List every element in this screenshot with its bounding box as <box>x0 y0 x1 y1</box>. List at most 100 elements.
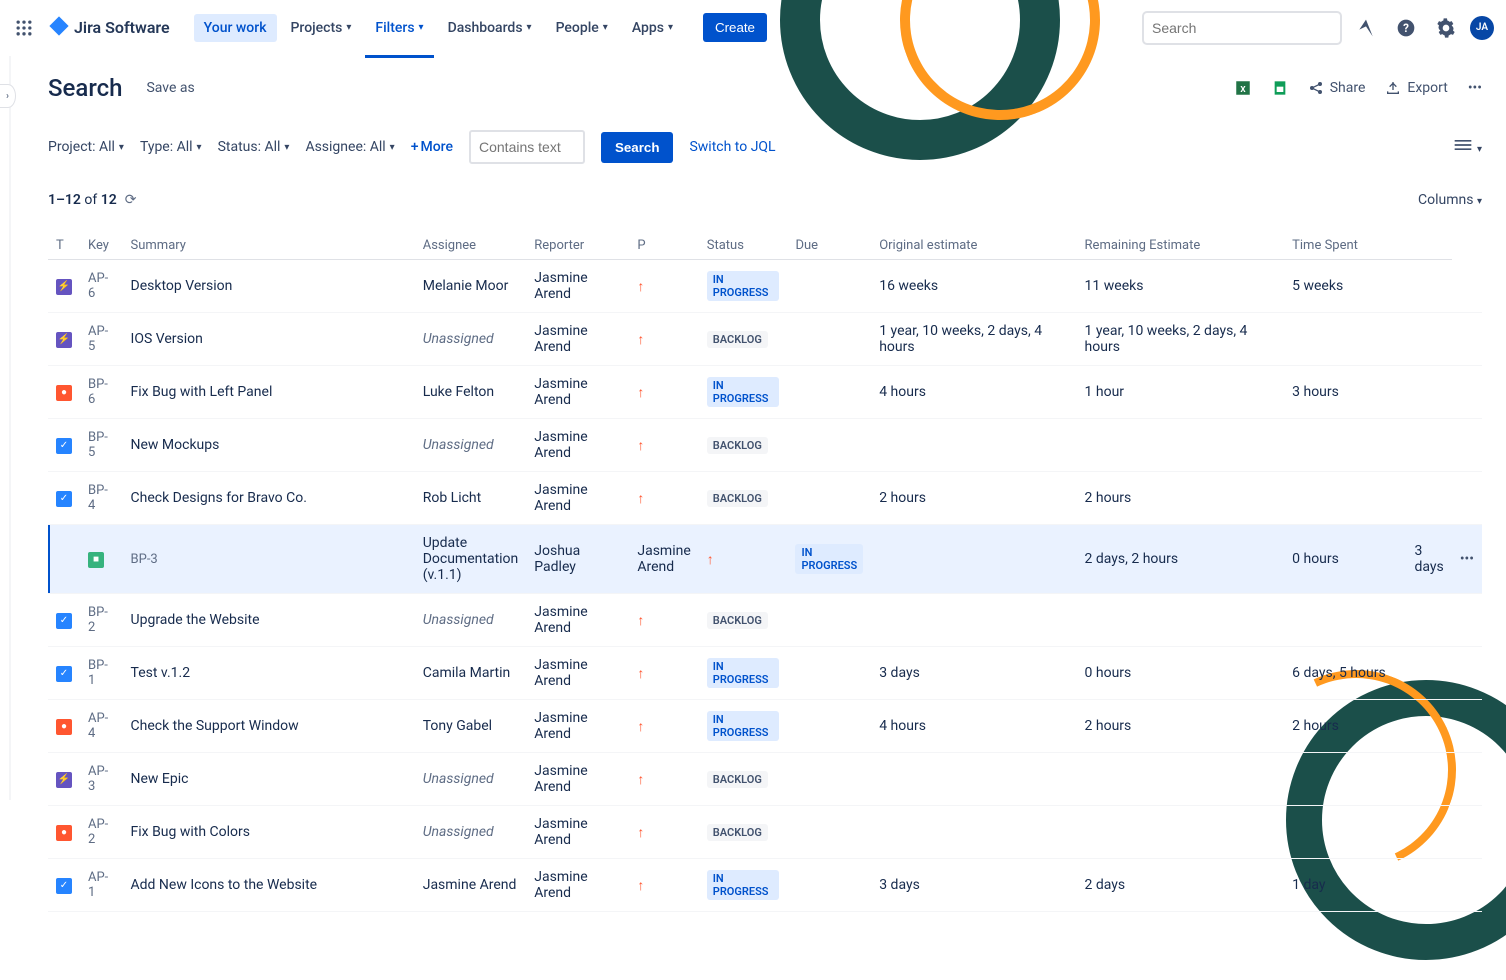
sidebar-expand-button[interactable]: › <box>0 84 16 108</box>
app-switcher-icon[interactable] <box>12 16 36 40</box>
issue-key[interactable]: AP-4 <box>80 700 123 753</box>
status-badge[interactable]: IN PROGRESS <box>707 870 780 900</box>
issue-reporter[interactable]: Jasmine Arend <box>526 472 629 525</box>
issue-summary[interactable]: Upgrade the Website <box>123 594 415 647</box>
issue-reporter[interactable]: Jasmine Arend <box>526 260 629 313</box>
issue-key[interactable]: BP-5 <box>80 419 123 472</box>
table-row[interactable]: ⚡ AP-3 New Epic Unassigned Jasmine Arend… <box>48 753 1482 806</box>
share-button[interactable]: Share <box>1308 80 1366 96</box>
issue-assignee[interactable]: Joshua Padley <box>526 525 629 594</box>
row-actions-icon[interactable] <box>1407 594 1452 647</box>
status-badge[interactable]: IN PROGRESS <box>795 544 863 574</box>
export-button[interactable]: Export <box>1385 80 1447 96</box>
issue-assignee[interactable]: Unassigned <box>415 594 527 647</box>
table-row[interactable]: ● AP-4 Check the Support Window Tony Gab… <box>48 700 1482 753</box>
row-actions-icon[interactable] <box>1407 647 1452 700</box>
col-summary[interactable]: Summary <box>123 232 415 260</box>
issue-reporter[interactable]: Jasmine Arend <box>526 806 629 859</box>
issue-assignee[interactable]: Unassigned <box>415 753 527 806</box>
issue-summary[interactable]: Test v.1.2 <box>123 647 415 700</box>
table-row[interactable]: ● BP-6 Fix Bug with Left Panel Luke Felt… <box>48 366 1482 419</box>
issue-key[interactable]: AP-3 <box>80 753 123 806</box>
filter-type[interactable]: Type: All ▾ <box>140 139 202 155</box>
columns-toggle[interactable]: Columns ▾ <box>1418 192 1482 208</box>
issue-key[interactable]: AP-5 <box>80 313 123 366</box>
issue-key[interactable]: BP-1 <box>80 647 123 700</box>
help-icon[interactable]: ? <box>1390 12 1422 44</box>
export-sheets-icon[interactable] <box>1272 79 1288 97</box>
export-excel-icon[interactable]: X <box>1234 79 1252 97</box>
col-key[interactable]: Key <box>80 232 123 260</box>
issue-assignee[interactable]: Luke Felton <box>415 366 527 419</box>
nav-your-work[interactable]: Your work <box>194 14 277 42</box>
issue-summary[interactable]: IOS Version <box>123 313 415 366</box>
status-badge[interactable]: IN PROGRESS <box>707 377 780 407</box>
col-status[interactable]: Status <box>699 232 788 260</box>
issue-assignee[interactable]: Unassigned <box>415 313 527 366</box>
more-filters-link[interactable]: + More <box>411 139 453 155</box>
status-badge[interactable]: IN PROGRESS <box>707 711 780 741</box>
product-logo[interactable]: Jira Software <box>40 15 178 41</box>
issue-assignee[interactable]: Unassigned <box>415 419 527 472</box>
settings-icon[interactable] <box>1430 12 1462 44</box>
status-badge[interactable]: BACKLOG <box>707 490 768 507</box>
issue-reporter[interactable]: Jasmine Arend <box>526 594 629 647</box>
col-due[interactable]: Due <box>787 232 871 260</box>
table-row[interactable]: ✓ AP-1 Add New Icons to the Website Jasm… <box>48 859 1482 912</box>
issue-key[interactable]: AP-6 <box>80 260 123 313</box>
issue-assignee[interactable]: Camila Martin <box>415 647 527 700</box>
status-badge[interactable]: IN PROGRESS <box>707 658 780 688</box>
issue-assignee[interactable]: Rob Licht <box>415 472 527 525</box>
row-actions-icon[interactable] <box>1407 419 1452 472</box>
global-search[interactable] <box>1142 11 1342 45</box>
issue-summary[interactable]: Add New Icons to the Website <box>123 859 415 912</box>
status-badge[interactable]: BACKLOG <box>707 437 768 454</box>
issue-key[interactable]: AP-1 <box>80 859 123 912</box>
issue-summary[interactable]: Update Documentation (v.1.1) <box>415 525 527 594</box>
nav-filters[interactable]: Filters▾ <box>365 14 433 42</box>
issue-summary[interactable]: New Mockups <box>123 419 415 472</box>
status-badge[interactable]: BACKLOG <box>707 331 768 348</box>
issue-key[interactable]: BP-3 <box>123 525 415 594</box>
issue-reporter[interactable]: Jasmine Arend <box>526 419 629 472</box>
table-row[interactable]: ● AP-2 Fix Bug with Colors Unassigned Ja… <box>48 806 1482 859</box>
status-badge[interactable]: BACKLOG <box>707 824 768 841</box>
nav-projects[interactable]: Projects▾ <box>281 14 362 42</box>
issue-reporter[interactable]: Jasmine Arend <box>526 700 629 753</box>
issue-summary[interactable]: New Epic <box>123 753 415 806</box>
col-original[interactable]: Original estimate <box>871 232 1076 260</box>
more-actions-icon[interactable]: ••• <box>1468 80 1482 96</box>
issue-reporter[interactable]: Jasmine Arend <box>526 313 629 366</box>
issue-assignee[interactable]: Unassigned <box>415 806 527 859</box>
switch-to-jql-link[interactable]: Switch to JQL <box>689 139 775 155</box>
filter-project[interactable]: Project: All ▾ <box>48 139 124 155</box>
nav-dashboards[interactable]: Dashboards▾ <box>438 14 542 42</box>
issue-summary[interactable]: Fix Bug with Colors <box>123 806 415 859</box>
save-as-link[interactable]: Save as <box>146 80 194 96</box>
table-row[interactable]: ✓ BP-4 Check Designs for Bravo Co. Rob L… <box>48 472 1482 525</box>
col-reporter[interactable]: Reporter <box>526 232 629 260</box>
notifications-icon[interactable] <box>1350 12 1382 44</box>
table-row[interactable]: ✓ BP-2 Upgrade the Website Unassigned Ja… <box>48 594 1482 647</box>
issue-summary[interactable]: Desktop Version <box>123 260 415 313</box>
issue-assignee[interactable]: Jasmine Arend <box>415 859 527 912</box>
table-row[interactable]: ⚡ AP-6 Desktop Version Melanie Moor Jasm… <box>48 260 1482 313</box>
row-actions-icon[interactable] <box>1407 753 1452 806</box>
user-avatar[interactable]: JA <box>1470 16 1494 40</box>
search-button[interactable]: Search <box>601 132 673 163</box>
row-actions-icon[interactable] <box>1407 806 1452 859</box>
row-actions-icon[interactable] <box>1407 472 1452 525</box>
status-badge[interactable]: IN PROGRESS <box>707 271 780 301</box>
row-actions-icon[interactable] <box>1407 859 1452 912</box>
issue-key[interactable]: BP-2 <box>80 594 123 647</box>
row-actions-icon[interactable] <box>1407 700 1452 753</box>
row-actions-icon[interactable] <box>1407 366 1452 419</box>
table-row[interactable]: ✓ BP-5 New Mockups Unassigned Jasmine Ar… <box>48 419 1482 472</box>
issue-summary[interactable]: Check Designs for Bravo Co. <box>123 472 415 525</box>
issue-assignee[interactable]: Melanie Moor <box>415 260 527 313</box>
nav-apps[interactable]: Apps▾ <box>622 14 683 42</box>
issue-key[interactable]: BP-4 <box>80 472 123 525</box>
issue-reporter[interactable]: Jasmine Arend <box>526 366 629 419</box>
row-actions-icon[interactable] <box>1407 313 1452 366</box>
table-row[interactable]: ✓ BP-1 Test v.1.2 Camila Martin Jasmine … <box>48 647 1482 700</box>
